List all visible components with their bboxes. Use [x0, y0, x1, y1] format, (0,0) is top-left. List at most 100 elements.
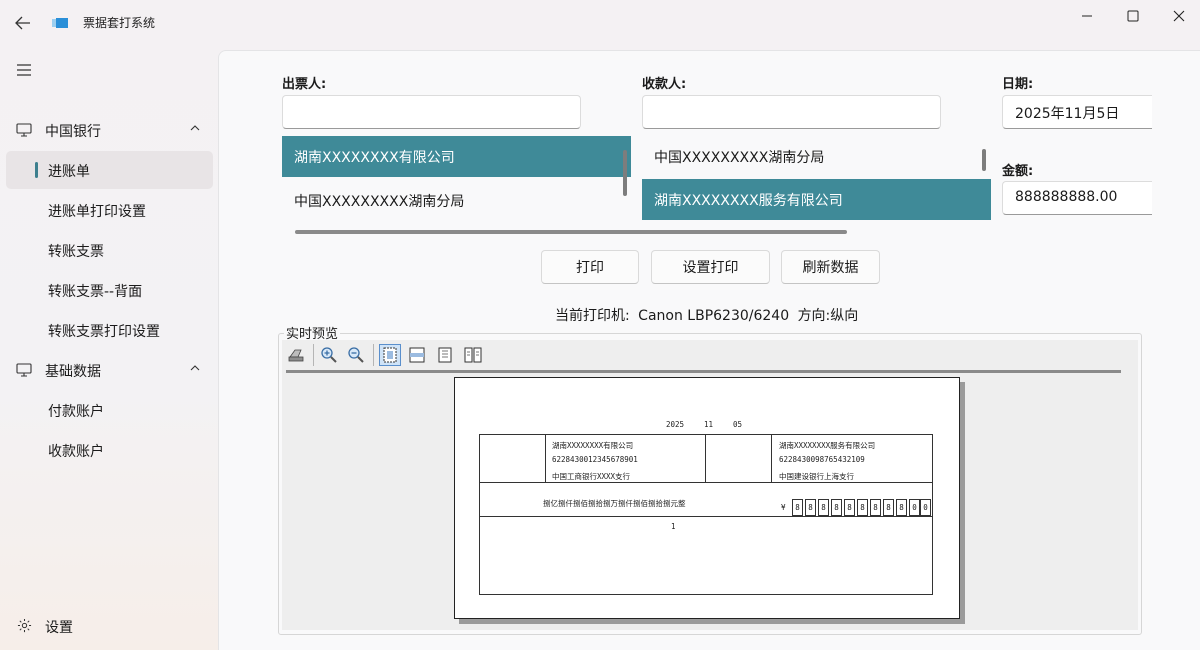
nav-item-label: 转账支票 [48, 244, 104, 260]
nav-item-receiving-accounts[interactable]: 收款账户 [6, 431, 213, 469]
printer-label: 当前打印机: [555, 308, 630, 324]
nav-item-label: 付款账户 [48, 404, 104, 420]
nav-item-transfer-check-back[interactable]: 转账支票--背面 [6, 271, 213, 309]
slip-currency: ¥ [781, 503, 786, 512]
amount-digit: 8 [831, 499, 842, 516]
amount-digit: 8 [896, 499, 907, 516]
nav-item-settings[interactable]: 设置 [6, 607, 212, 645]
fit-page-icon [383, 347, 397, 363]
minimize-icon [1082, 15, 1092, 17]
refresh-data-button[interactable]: 刷新数据 [781, 250, 880, 284]
nav-item-transfer-check-print-settings[interactable]: 转账支票打印设置 [6, 311, 213, 349]
print-tool-button[interactable] [286, 344, 308, 366]
toolbar-separator [373, 344, 374, 366]
slip-divider [479, 516, 933, 517]
slip-payee-name: 湖南XXXXXXXX服务有限公司 [779, 441, 876, 450]
nav-item-label: 进账单 [48, 164, 90, 180]
slip-payer-name: 湖南XXXXXXXX有限公司 [552, 441, 634, 450]
nav-group-bank-of-china[interactable]: 中国银行 [6, 111, 212, 149]
nav-item-deposit-slip[interactable]: 进账单 [6, 151, 213, 189]
list-item[interactable]: 中国XXXXXXXXX湖南分局 [282, 180, 631, 221]
slip-payee-bank: 中国建设银行上海支行 [779, 472, 854, 481]
zoom-out-icon [348, 347, 364, 363]
slip-divider [479, 482, 933, 483]
close-icon [1173, 10, 1185, 22]
nav-group-label: 基础数据 [45, 364, 101, 380]
amount-digit: 0 [920, 499, 931, 516]
amount-digit: 8 [805, 499, 816, 516]
nav-item-label: 转账支票打印设置 [48, 324, 160, 340]
slip-month: 11 [704, 420, 714, 429]
slip-year: 2025 [666, 420, 685, 429]
maximize-icon [1127, 10, 1139, 22]
fit-width-button[interactable] [406, 344, 428, 366]
print-icon [288, 349, 304, 362]
maximize-button[interactable] [1110, 0, 1156, 32]
nav-item-payment-accounts[interactable]: 付款账户 [6, 391, 213, 429]
two-pages-button[interactable] [462, 344, 484, 366]
nav-item-deposit-print-settings[interactable]: 进账单打印设置 [6, 191, 213, 229]
zoom-in-button[interactable] [318, 344, 340, 366]
back-arrow-icon [15, 16, 30, 30]
payer-search-input[interactable] [282, 95, 581, 129]
orientation-value: 纵向 [830, 308, 859, 324]
monitor-icon [16, 363, 32, 377]
chevron-up-icon [190, 365, 200, 371]
print-setup-button[interactable]: 设置打印 [651, 250, 770, 284]
nav-item-label: 进账单打印设置 [48, 204, 146, 220]
amount-digit: 8 [883, 499, 894, 516]
fit-page-button[interactable] [379, 344, 401, 366]
printer-name: Canon LBP6230/6240 [638, 308, 790, 324]
slip-payer-account: 6228430012345678901 [552, 455, 638, 464]
payer-label: 出票人: [282, 77, 327, 92]
payee-search-input[interactable] [642, 95, 941, 129]
payee-list-scrollbar[interactable] [982, 149, 986, 171]
amount-input[interactable]: 888888888.00 [1002, 181, 1152, 215]
back-button[interactable] [8, 8, 38, 38]
slip-day: 05 [733, 420, 743, 429]
list-item[interactable]: 湖南XXXXXXXX服务有限公司 [642, 179, 991, 220]
gear-icon [17, 618, 32, 633]
amount-digit: 8 [857, 499, 868, 516]
slip-footer-number: 1 [671, 522, 676, 531]
nav-item-label: 收款账户 [48, 444, 104, 460]
print-button[interactable]: 打印 [541, 250, 639, 284]
amount-digit: 8 [818, 499, 829, 516]
title-bar: 票据套打系统 [0, 0, 1200, 48]
zoom-in-icon [321, 347, 337, 363]
orientation-label: 方向: [797, 308, 831, 324]
nav-item-transfer-check[interactable]: 转账支票 [6, 231, 213, 269]
close-button[interactable] [1156, 0, 1200, 32]
selection-indicator [35, 162, 38, 178]
app-title: 票据套打系统 [83, 16, 156, 30]
payer-list[interactable]: 湖南XXXXXXXX有限公司 中国XXXXXXXXX湖南分局 [282, 136, 631, 234]
hamburger-icon [17, 64, 31, 76]
payer-list-scrollbar[interactable] [623, 150, 627, 196]
toolbar-separator [313, 344, 314, 366]
single-page-button[interactable] [434, 344, 456, 366]
amount-digit: 8 [870, 499, 881, 516]
minimize-button[interactable] [1064, 0, 1110, 32]
menu-toggle-button[interactable] [10, 56, 38, 84]
amount-label: 金额: [1002, 164, 1034, 179]
slip-amount-words: 捌亿捌仟捌佰捌拾捌万捌仟捌佰捌拾捌元整 [543, 499, 686, 508]
zoom-out-button[interactable] [345, 344, 367, 366]
nav-group-label: 中国银行 [45, 124, 101, 140]
payee-label: 收款人: [642, 77, 687, 92]
toolbar-divider [286, 370, 1121, 373]
slip-divider [771, 434, 772, 482]
monitor-icon [16, 123, 32, 137]
printer-status: 当前打印机: Canon LBP6230/6240 方向:纵向 [555, 305, 862, 325]
fit-width-icon [409, 347, 425, 363]
payee-list[interactable]: 中国XXXXXXXXX湖南分局 湖南XXXXXXXX服务有限公司 [642, 136, 991, 234]
print-preview[interactable]: 2025 11 05 湖南XXXXXXXX有限公司 62284300123456… [282, 340, 1138, 630]
amount-digit: 0 [909, 499, 920, 516]
app-logo-icon [52, 17, 68, 29]
list-item[interactable]: 中国XXXXXXXXX湖南分局 [642, 136, 991, 177]
list-item[interactable]: 湖南XXXXXXXX有限公司 [282, 136, 631, 177]
settings-label: 设置 [45, 620, 73, 636]
nav-group-base-data[interactable]: 基础数据 [6, 351, 212, 389]
nav-item-label: 转账支票--背面 [48, 284, 143, 300]
slip-payer-bank: 中国工商银行XXXX支行 [552, 472, 631, 481]
date-picker[interactable]: 2025年11月5日 [1002, 95, 1152, 129]
